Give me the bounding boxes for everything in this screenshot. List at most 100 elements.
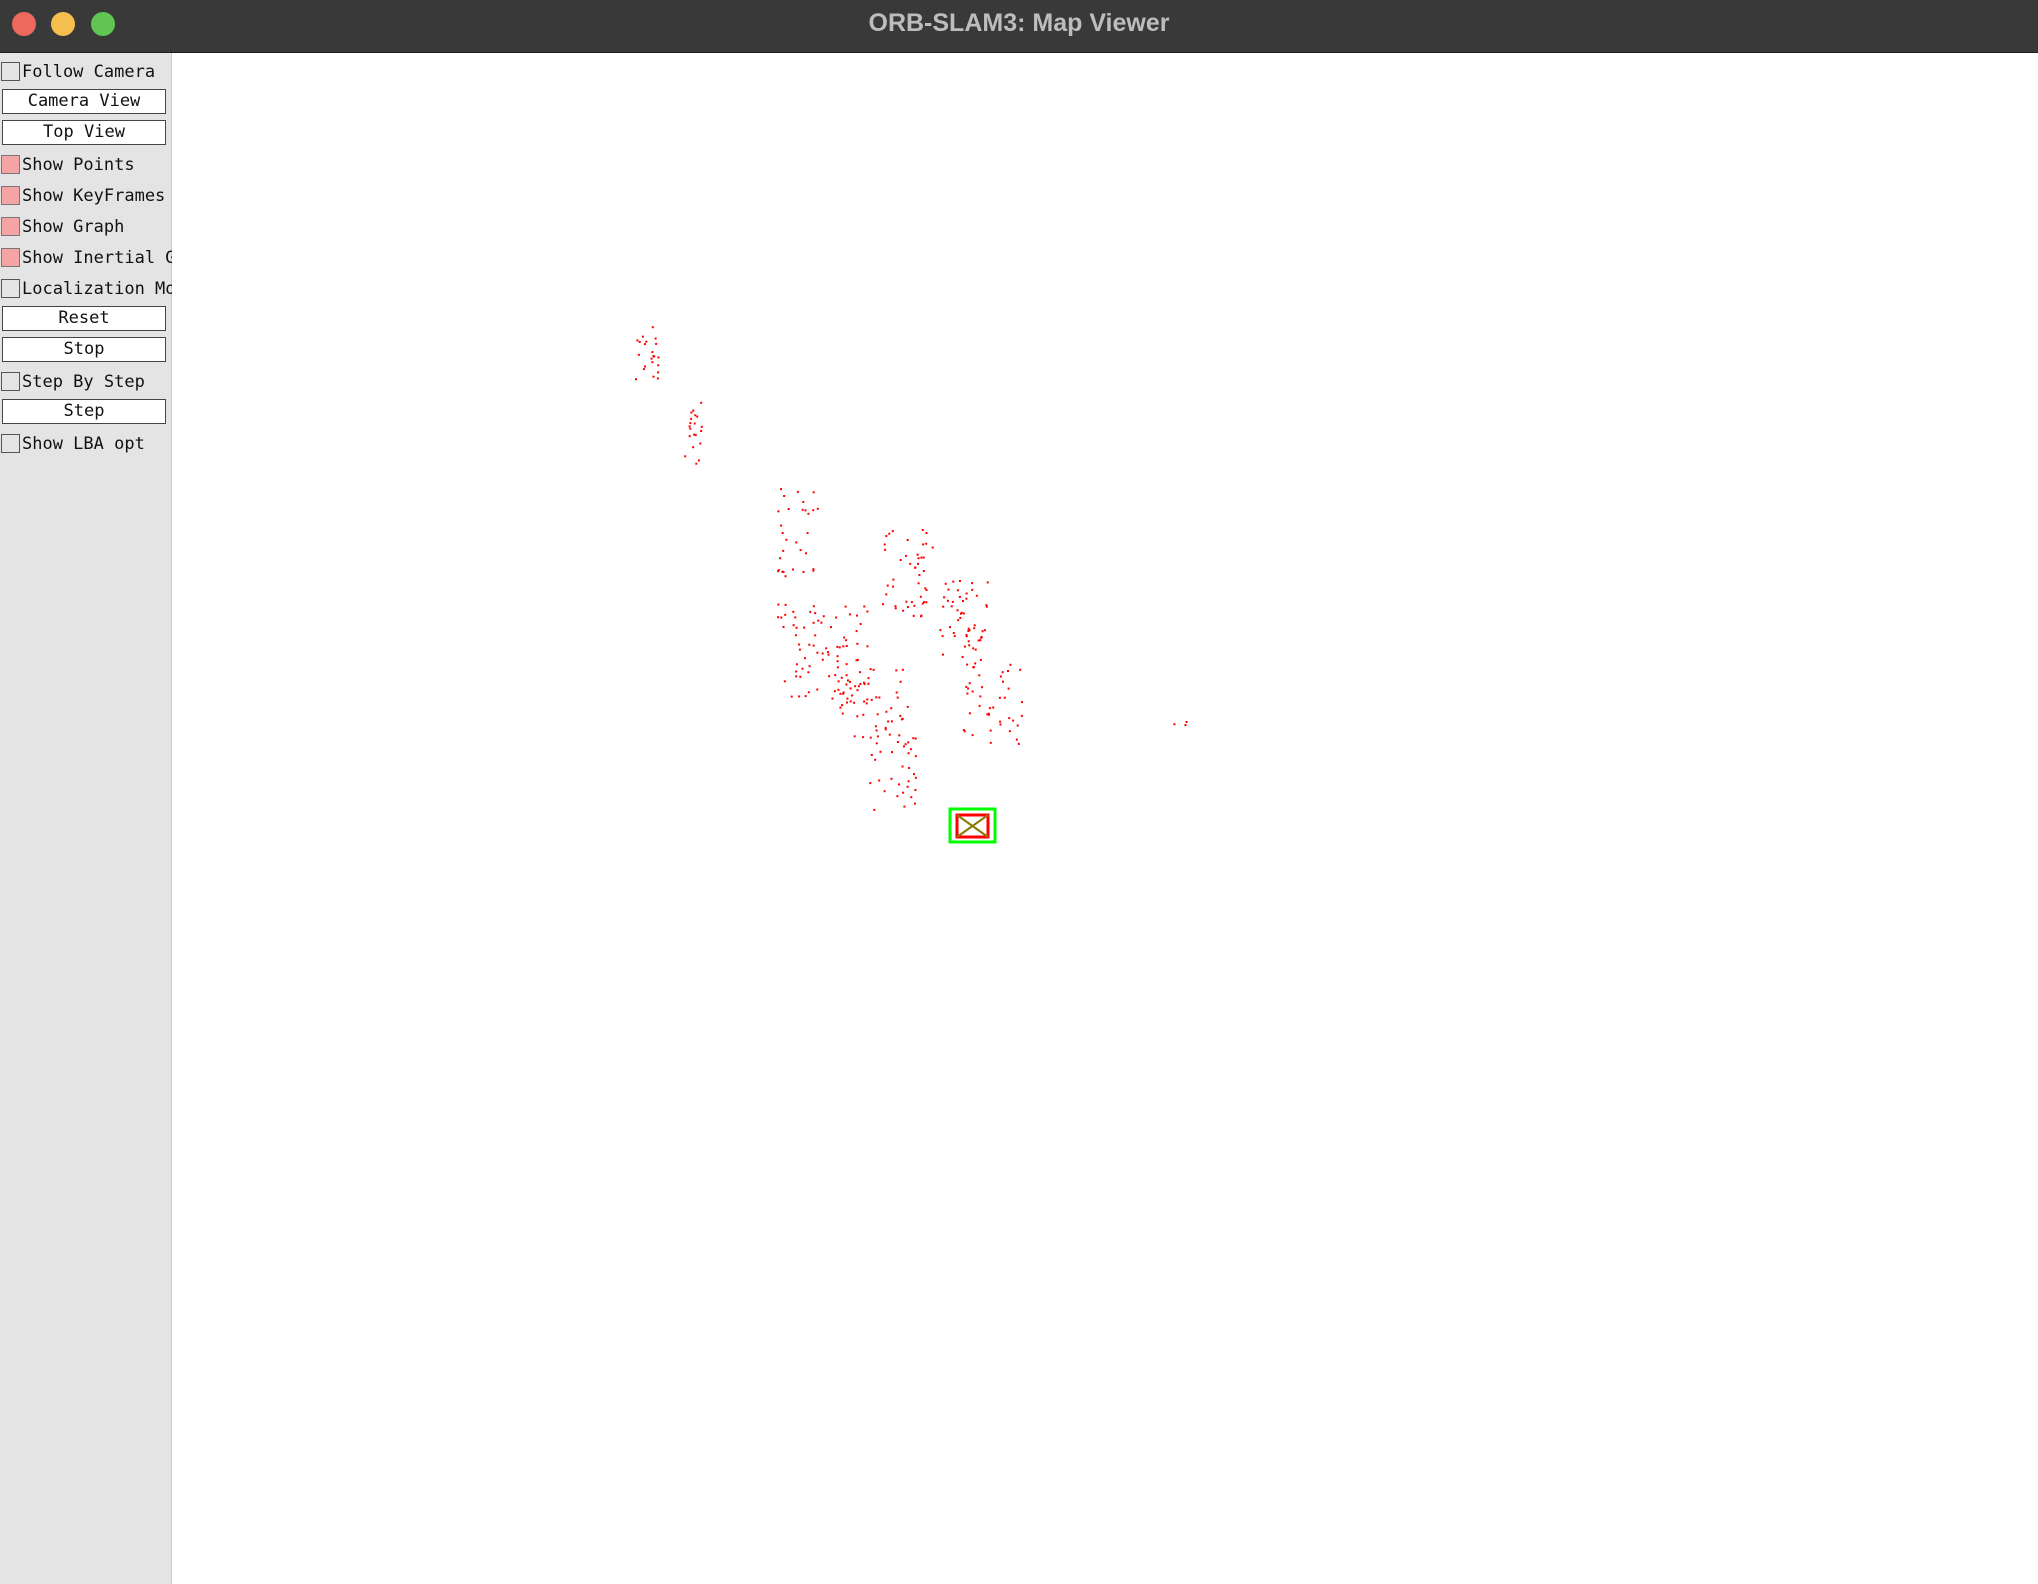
map-point	[838, 646, 841, 649]
map-point	[840, 676, 843, 679]
map-point	[782, 549, 785, 552]
map-point	[865, 702, 868, 705]
map-point	[1020, 714, 1023, 717]
map-point	[979, 639, 982, 642]
map-point	[906, 785, 909, 788]
map-point	[959, 580, 961, 582]
map-point	[845, 663, 848, 666]
follow-camera-label: Follow Camera	[22, 62, 156, 82]
map-point	[958, 596, 961, 598]
map-point	[855, 630, 858, 633]
show-points-box[interactable]	[1, 155, 20, 174]
map-point	[1015, 738, 1018, 741]
map-point	[872, 668, 875, 671]
map-point	[999, 675, 1002, 678]
map-point	[690, 417, 693, 420]
map-point	[966, 663, 969, 666]
map-point	[784, 613, 787, 616]
step-by-step-box[interactable]	[1, 372, 20, 391]
map-point	[841, 704, 844, 707]
map-point	[845, 639, 848, 642]
map-point	[971, 588, 974, 591]
map-point	[863, 605, 866, 608]
map-point	[869, 782, 872, 785]
map-point	[847, 679, 849, 682]
map-point	[920, 615, 922, 618]
map-point	[862, 736, 865, 739]
map-point	[947, 588, 950, 591]
map-point	[1002, 680, 1004, 683]
map-point	[684, 455, 687, 458]
map-point	[980, 636, 983, 639]
map-point	[973, 627, 976, 630]
map-point	[918, 574, 921, 576]
map-point	[650, 357, 653, 360]
map-point	[694, 434, 697, 437]
map-point	[689, 427, 692, 430]
map-point	[968, 629, 971, 632]
map-point	[651, 326, 654, 329]
camera-view-button[interactable]: Camera View	[2, 89, 166, 114]
show-graph-box[interactable]	[1, 217, 20, 236]
map-point	[986, 581, 989, 584]
map-point	[968, 682, 971, 685]
map-point	[957, 619, 960, 622]
follow-camera-box[interactable]	[1, 62, 20, 81]
stop-button[interactable]: Stop	[2, 337, 166, 362]
map-point	[845, 674, 848, 677]
map-point	[863, 681, 865, 684]
map-point	[967, 687, 970, 690]
map-point	[906, 539, 909, 541]
map-point	[655, 342, 658, 345]
map-point	[794, 634, 797, 637]
map-point	[910, 601, 913, 604]
show-inertial-graph-box[interactable]	[1, 248, 20, 267]
map-point	[999, 723, 1002, 726]
map-point	[841, 712, 844, 715]
map-point	[903, 745, 905, 748]
map-point	[839, 706, 842, 709]
map-point	[883, 790, 886, 793]
map-point	[777, 510, 780, 513]
map-point	[857, 685, 860, 688]
map-point	[894, 607, 897, 610]
map-canvas[interactable]	[172, 53, 2038, 1584]
map-point	[899, 559, 902, 561]
step-button[interactable]: Step	[2, 399, 166, 424]
map-point	[781, 570, 784, 573]
top-view-button[interactable]: Top View	[2, 120, 166, 145]
map-point	[859, 683, 862, 685]
map-point	[895, 691, 898, 694]
map-point	[801, 508, 804, 511]
map-point	[896, 696, 899, 699]
map-point	[874, 758, 877, 761]
map-point	[921, 529, 924, 531]
map-point	[812, 569, 815, 572]
map-point	[942, 653, 944, 656]
show-lba-opt-box[interactable]	[1, 434, 20, 453]
map-point	[869, 668, 872, 671]
reset-button[interactable]: Reset	[2, 306, 166, 331]
map-point	[643, 343, 646, 346]
map-point	[870, 754, 873, 756]
map-point	[785, 538, 788, 541]
localization-mode-box[interactable]	[1, 279, 20, 298]
map-viewport[interactable]	[172, 53, 2038, 1584]
map-point	[795, 675, 798, 678]
show-keyframes-box[interactable]	[1, 186, 20, 205]
map-point	[972, 647, 975, 650]
map-point	[866, 698, 869, 701]
map-point	[693, 422, 696, 425]
map-point	[890, 777, 893, 780]
map-point	[836, 645, 839, 648]
map-point	[908, 767, 911, 769]
map-point	[979, 695, 982, 698]
map-point	[883, 543, 886, 546]
map-point	[812, 621, 815, 624]
map-point	[902, 609, 905, 612]
map-point	[814, 612, 817, 615]
map-point	[981, 686, 983, 689]
show-points-label: Show Points	[22, 155, 135, 175]
map-point	[688, 435, 691, 438]
map-point	[874, 725, 877, 728]
